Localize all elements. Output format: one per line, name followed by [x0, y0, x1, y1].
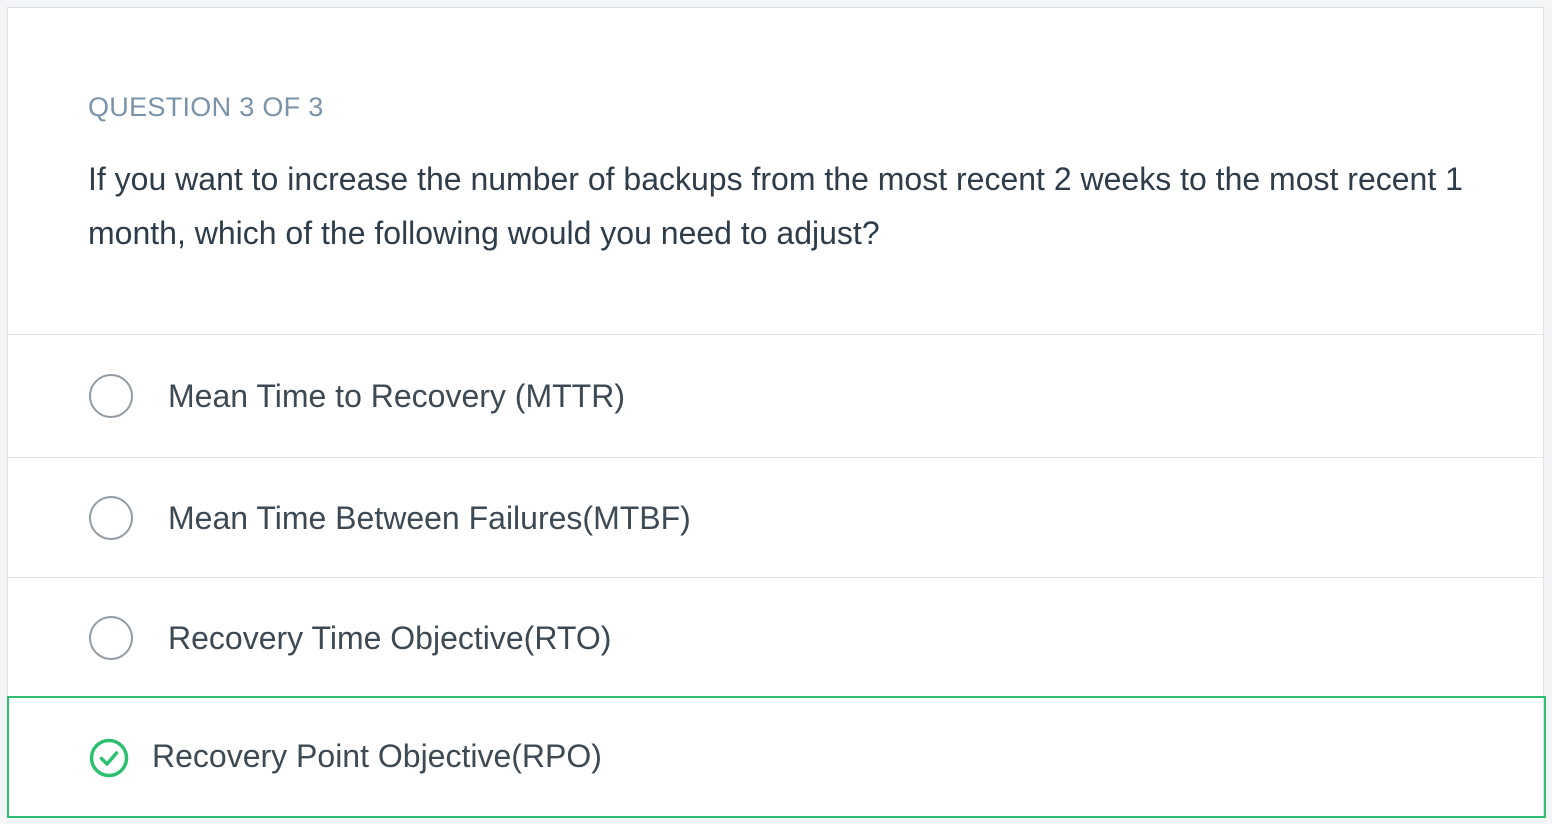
answer-label: Recovery Time Objective(RTO): [168, 620, 612, 656]
quiz-card: QUESTION 3 OF 3 If you want to increase …: [7, 7, 1546, 818]
answer-option-mttr[interactable]: Mean Time to Recovery (MTTR): [8, 336, 1543, 458]
question-block: QUESTION 3 OF 3 If you want to increase …: [8, 8, 1543, 335]
answer-label: Recovery Point Objective(RPO): [152, 738, 602, 774]
answer-option-rpo-selected[interactable]: Recovery Point Objective(RPO): [7, 696, 1546, 818]
question-counter: QUESTION 3 OF 3: [88, 92, 324, 122]
radio-circle-icon[interactable]: [89, 616, 133, 660]
answer-label: Mean Time to Recovery (MTTR): [168, 378, 625, 414]
radio-circle-icon[interactable]: [89, 496, 133, 540]
check-circle-icon[interactable]: [89, 738, 129, 778]
question-text: If you want to increase the number of ba…: [88, 161, 1463, 251]
answer-label: Mean Time Between Failures(MTBF): [168, 500, 691, 536]
radio-circle-icon[interactable]: [89, 374, 133, 418]
answer-option-mtbf[interactable]: Mean Time Between Failures(MTBF): [8, 458, 1543, 578]
answer-option-rto[interactable]: Recovery Time Objective(RTO): [8, 578, 1543, 697]
